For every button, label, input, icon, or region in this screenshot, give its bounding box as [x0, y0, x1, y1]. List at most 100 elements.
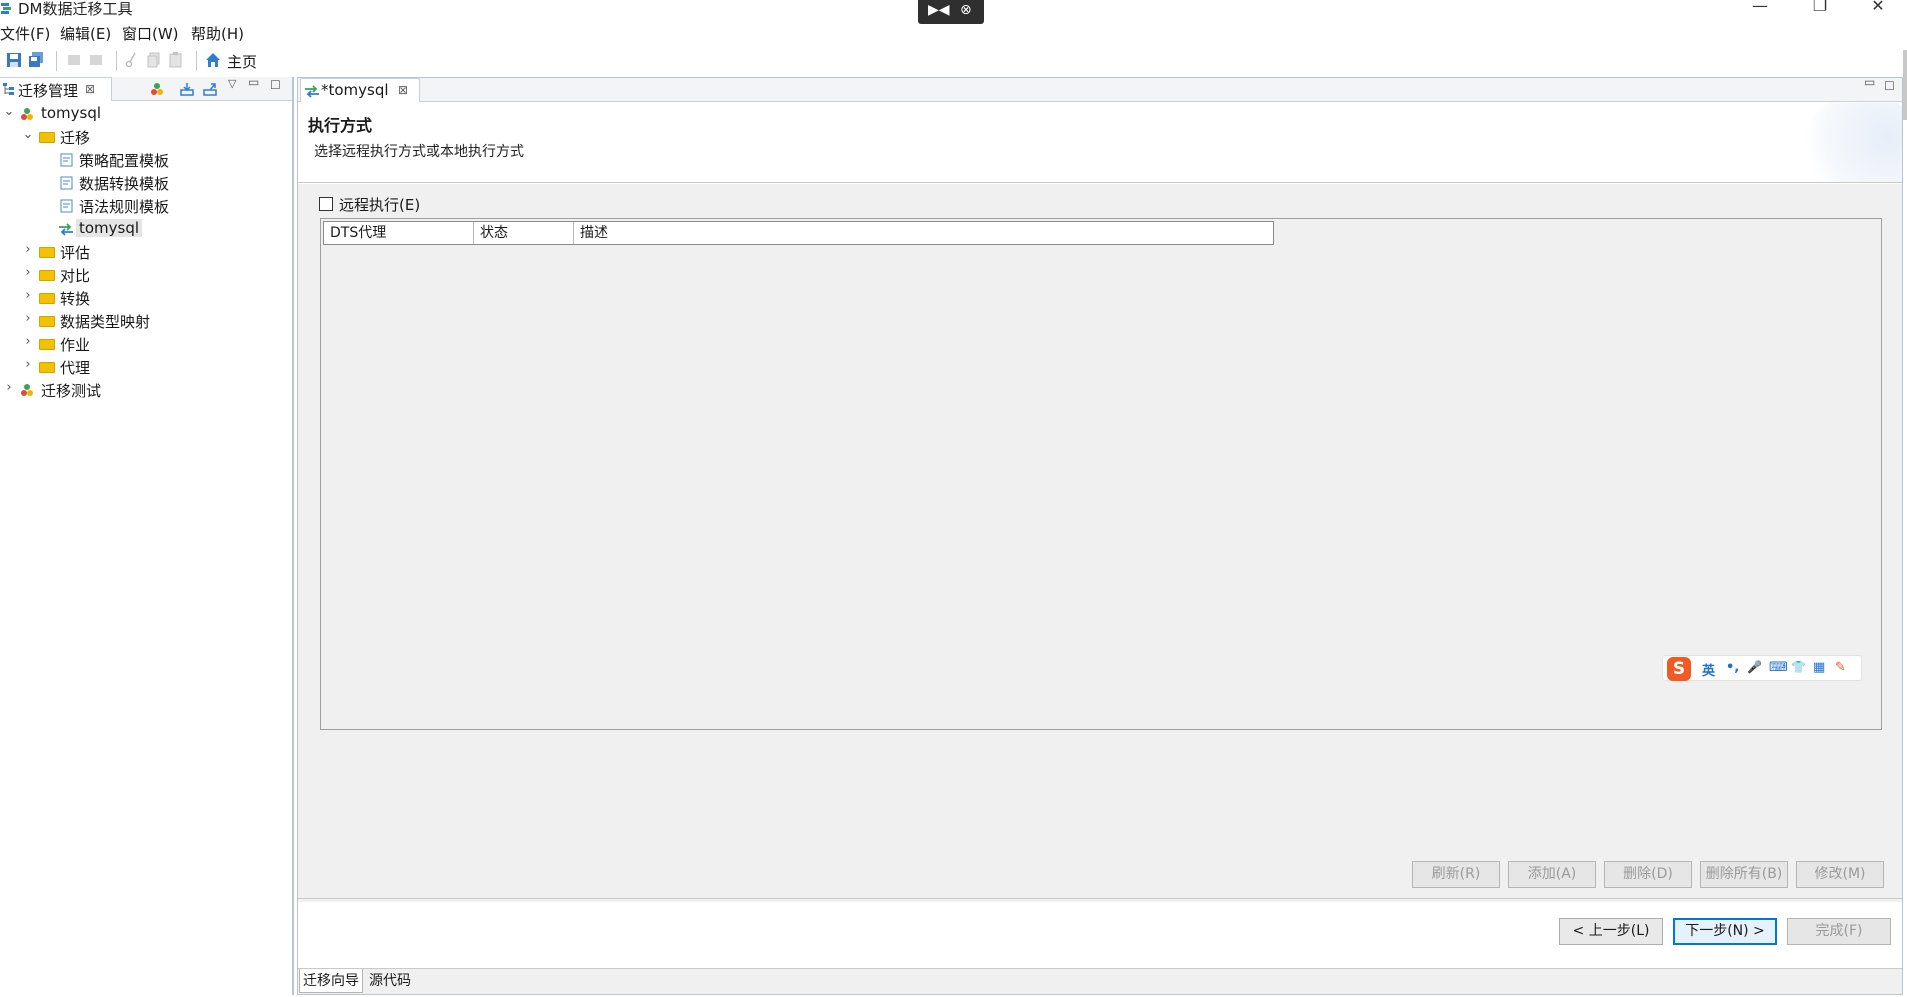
- save-icon[interactable]: [6, 52, 22, 68]
- menu-file[interactable]: 文件(F): [0, 23, 50, 44]
- column-header-description[interactable]: 描述: [574, 222, 1273, 244]
- view-menu-icon[interactable]: ▽: [228, 77, 236, 90]
- chevron-right-icon[interactable]: ›: [3, 380, 15, 395]
- folder-icon: [39, 270, 55, 281]
- table-header: DTS代理 状态 描述: [323, 221, 1274, 245]
- cut-icon[interactable]: [124, 52, 140, 68]
- paste-icon[interactable]: [168, 52, 184, 68]
- tree-item-label: 数据转换模板: [79, 175, 170, 193]
- menu-bar: 文件(F) 编辑(E) 窗口(W) 帮助(H): [0, 20, 1907, 44]
- chevron-right-icon[interactable]: ›: [22, 288, 34, 303]
- maximize-editor-icon[interactable]: ☐: [1884, 79, 1895, 93]
- tab-migration-wizard[interactable]: 迁移向导: [299, 969, 363, 993]
- ime-punctuation-icon[interactable]: •,: [1726, 660, 1739, 675]
- chevron-right-icon[interactable]: ›: [22, 334, 34, 349]
- tree-item-label: tomysql: [76, 219, 143, 237]
- chevron-down-icon[interactable]: ⌄: [3, 104, 15, 119]
- restore-button[interactable]: ❐: [1800, 0, 1840, 18]
- tab-label: 迁移管理: [18, 82, 79, 100]
- window-scrollbar[interactable]: [1903, 50, 1907, 120]
- close-button[interactable]: ✕: [1858, 0, 1898, 18]
- chevron-down-icon[interactable]: ⌄: [22, 127, 34, 142]
- tab-source-code[interactable]: 源代码: [366, 969, 414, 993]
- chevron-right-icon[interactable]: ›: [22, 311, 34, 326]
- migration-icon: [59, 223, 73, 236]
- migration-icon: [305, 85, 319, 98]
- tree-item-label: 迁移测试: [41, 382, 102, 400]
- menu-edit[interactable]: 编辑(E): [60, 23, 111, 44]
- project-icon: [21, 108, 33, 120]
- home-label[interactable]: 主页: [227, 51, 257, 72]
- column-header-status[interactable]: 状态: [474, 222, 574, 244]
- footer-separator: [298, 898, 1902, 899]
- remote-exec-label[interactable]: 远程执行(E): [339, 194, 420, 215]
- header-decoration: [1802, 103, 1902, 182]
- wizard-page-description: 选择远程执行方式或本地执行方式: [314, 144, 524, 160]
- bottom-tab-bar: 迁移向导 源代码: [298, 968, 1902, 994]
- ime-logo-icon[interactable]: S: [1667, 657, 1691, 681]
- template-icon: [60, 176, 73, 190]
- ime-toolbox-icon[interactable]: ▦: [1813, 660, 1825, 675]
- ime-toolbar[interactable]: S 英 •, 🎤 ⌨ 👕 ▦ ✎: [1662, 655, 1862, 681]
- maximize-view-icon[interactable]: ☐: [270, 78, 281, 92]
- chevron-right-icon[interactable]: ›: [22, 242, 34, 257]
- folder-icon: [39, 293, 55, 304]
- close-tab-icon[interactable]: ⊠: [398, 83, 408, 97]
- ime-skin-icon[interactable]: 👕: [1791, 660, 1806, 674]
- refresh-button[interactable]: 刷新(R): [1412, 861, 1500, 888]
- delete-all-button[interactable]: 删除所有(B): [1700, 861, 1788, 888]
- column-header-dts-agent[interactable]: DTS代理: [324, 222, 474, 244]
- close-tab-icon[interactable]: ⊠: [85, 82, 95, 96]
- editor-tab-label: *tomysql: [321, 81, 389, 99]
- modify-button[interactable]: 修改(M): [1796, 861, 1884, 888]
- wizard-header: 执行方式 选择远程执行方式或本地执行方式: [298, 103, 1902, 183]
- menu-window[interactable]: 窗口(W): [122, 23, 179, 44]
- collapse-icon[interactable]: ▶◀: [928, 2, 950, 18]
- close-circle-icon[interactable]: ⊗: [960, 2, 972, 18]
- redo-icon[interactable]: [88, 52, 104, 68]
- ime-voice-icon[interactable]: 🎤: [1747, 660, 1762, 674]
- tree-item-label: tomysql: [41, 104, 102, 122]
- template-icon: [60, 153, 73, 167]
- folder-icon: [39, 316, 55, 327]
- tab-migration-manager[interactable]: 迁移管理 ⊠: [0, 77, 112, 101]
- chevron-right-icon[interactable]: ›: [22, 357, 34, 372]
- tree-view-icon: [3, 83, 14, 95]
- minimize-view-icon[interactable]: ▭: [248, 75, 259, 89]
- tab-tomysql[interactable]: *tomysql ⊠: [300, 78, 420, 102]
- minimize-editor-icon[interactable]: ▭: [1864, 75, 1875, 89]
- wizard-page-title: 执行方式: [308, 116, 373, 135]
- tree-item-label: 转换: [60, 290, 91, 308]
- export-icon[interactable]: [203, 82, 217, 96]
- ime-keyboard-icon[interactable]: ⌨: [1769, 660, 1788, 675]
- save-all-icon[interactable]: [28, 52, 44, 68]
- folder-icon: [39, 362, 55, 373]
- new-project-icon[interactable]: [150, 82, 164, 96]
- dts-agent-table[interactable]: DTS代理 状态 描述: [320, 218, 1882, 730]
- import-icon[interactable]: [180, 82, 194, 96]
- window-title: DM数据迁移工具: [18, 0, 133, 18]
- prev-step-button[interactable]: < 上一步(L): [1559, 918, 1663, 945]
- tree-item-label: 对比: [60, 267, 91, 285]
- remote-exec-checkbox[interactable]: [319, 197, 333, 211]
- editor-tab-bar: *tomysql ⊠ ▭ ☐: [298, 75, 1902, 102]
- finish-button[interactable]: 完成(F): [1787, 918, 1891, 945]
- ime-language-toggle[interactable]: 英: [1702, 660, 1715, 679]
- add-button[interactable]: 添加(A): [1508, 861, 1596, 888]
- menu-help[interactable]: 帮助(H): [191, 23, 244, 44]
- main-toolbar: 主页: [0, 46, 1907, 76]
- wizard-body: 远程执行(E) DTS代理 状态 描述 刷新(R) 添加(A) 删除(D) 删除…: [298, 184, 1902, 902]
- tree-item-label: 迁移: [60, 129, 91, 147]
- copy-icon[interactable]: [146, 52, 162, 68]
- chevron-right-icon[interactable]: ›: [22, 265, 34, 280]
- tree-item-label: 策略配置模板: [79, 152, 170, 170]
- delete-button[interactable]: 删除(D): [1604, 861, 1692, 888]
- undo-icon[interactable]: [66, 52, 82, 68]
- folder-open-icon: [39, 132, 55, 143]
- next-step-button[interactable]: 下一步(N) >: [1673, 918, 1777, 945]
- ime-handwrite-icon[interactable]: ✎: [1835, 660, 1846, 675]
- folder-icon: [39, 247, 55, 258]
- minimize-button[interactable]: —: [1740, 0, 1780, 18]
- home-icon[interactable]: [205, 52, 221, 68]
- left-tab-bar: 迁移管理 ⊠ ▽ ▭ ☐: [0, 75, 292, 101]
